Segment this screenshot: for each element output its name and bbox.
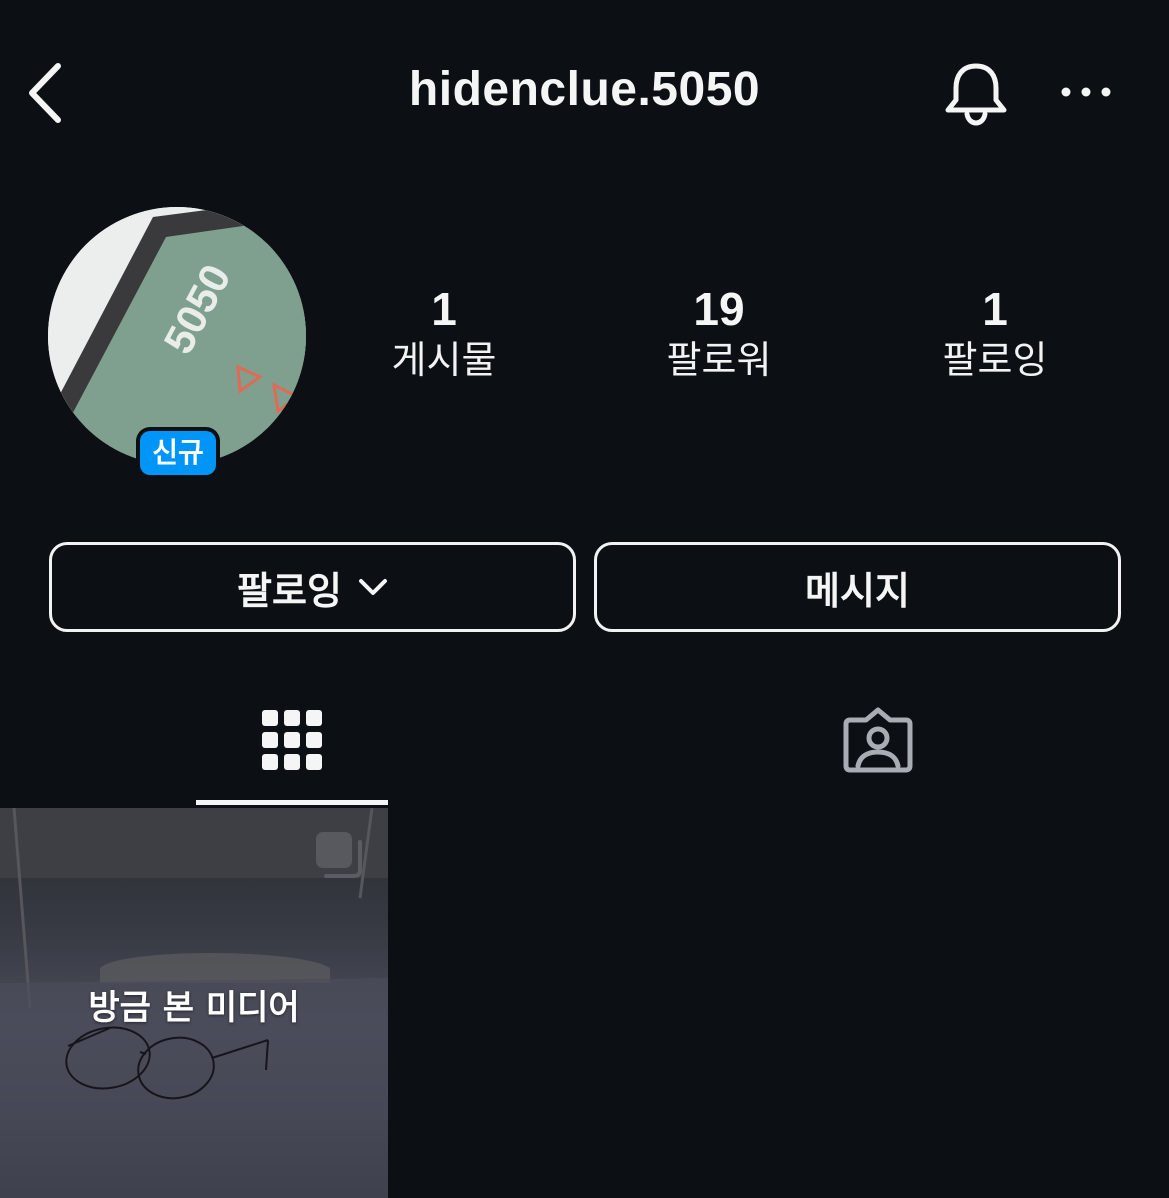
tagged-person-icon [843, 707, 913, 773]
following-button[interactable]: 팔로잉 [49, 542, 576, 632]
carousel-icon [316, 832, 362, 878]
followers-count: 19 [693, 283, 745, 335]
following-label: 팔로잉 [942, 338, 1048, 382]
followers-stat[interactable]: 19 팔로워 [609, 282, 829, 384]
following-stat[interactable]: 1 팔로잉 [885, 282, 1105, 384]
following-count: 1 [982, 283, 1008, 335]
message-button[interactable]: 메시지 [594, 542, 1121, 632]
posts-stat[interactable]: 1 게시물 [334, 282, 554, 384]
tab-tagged[interactable] [782, 690, 974, 806]
top-bar: hidenclue.5050 [0, 0, 1169, 185]
notifications-button[interactable] [940, 56, 1012, 128]
chevron-down-icon [358, 579, 387, 595]
active-tab-indicator [196, 800, 388, 805]
more-horizontal-icon [1061, 87, 1111, 97]
grid-icon [262, 710, 322, 770]
posts-count: 1 [431, 283, 457, 335]
following-button-label: 팔로잉 [237, 568, 342, 613]
post-caption: 방금 본 미디어 [88, 988, 300, 1028]
new-badge-label: 신규 [140, 431, 216, 475]
message-button-label: 메시지 [805, 568, 910, 613]
bell-icon [945, 63, 1007, 126]
followers-label: 팔로워 [666, 338, 772, 382]
new-user-badge: 신규 [136, 427, 220, 479]
posts-label: 게시물 [391, 338, 497, 382]
tab-posts-grid[interactable] [196, 690, 388, 806]
more-options-button[interactable] [1056, 72, 1116, 112]
